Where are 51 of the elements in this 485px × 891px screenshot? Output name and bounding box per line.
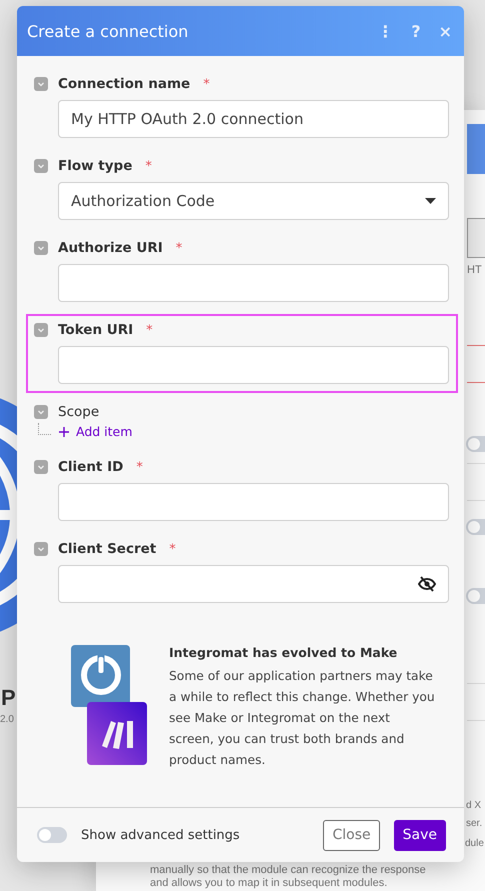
field-label: Client ID [58,459,124,475]
collapse-icon[interactable] [34,241,48,255]
close-button[interactable]: Close [323,820,380,850]
collapse-icon[interactable] [34,77,48,91]
power-logo-icon [71,645,130,707]
text-field[interactable] [58,483,449,521]
required-mark: * [169,542,176,556]
field-label: Token URI [58,322,134,338]
dropdown-caret-icon [425,198,436,204]
collapse-icon[interactable] [34,542,48,556]
advanced-settings-switch[interactable] [37,827,67,843]
notice-title: Integromat has evolved to Make [169,645,398,660]
required-mark: * [136,460,143,474]
switch-label: Show advanced settings [81,828,241,842]
panel-text: manually so that the module can recognize the response [150,864,426,876]
save-button[interactable]: Save [394,820,446,850]
panel-text: HT [467,264,482,276]
required-mark: * [145,158,152,174]
collapse-icon[interactable] [34,159,48,173]
panel-text: d X [466,800,482,811]
required-mark: * [176,240,182,256]
field-label: Authorize URI [58,240,163,256]
required-mark: * [146,322,153,338]
panel-toggle[interactable] [466,519,485,535]
text-field[interactable]: My HTTP OAuth 2.0 connection [58,100,449,138]
panel-text: dule [465,838,484,849]
dialog-title: Create a connection [27,22,190,40]
required-mark: * [203,76,210,92]
select-field[interactable]: Authorization Code [58,182,449,220]
field-label: Client Secret [58,541,156,557]
collapse-icon[interactable] [34,323,48,337]
field-label: Scope [58,404,100,420]
panel-header [467,124,485,174]
module-title: P [1,685,16,711]
password-field[interactable] [58,565,449,603]
plus-icon [59,426,69,436]
notice-text: Some of our application partners may take a while to reflect this change. Whether you see Make or Integromat on the next screen, you can trust both brands and product names. [169,668,436,769]
panel-text: ser. [466,818,482,829]
collapse-icon[interactable] [34,460,48,474]
eye-slash-icon[interactable] [418,576,436,592]
panel-toggle[interactable] [466,588,485,604]
collapse-icon[interactable] [34,405,48,419]
field-label: Flow type [58,158,132,174]
text-field[interactable] [58,264,449,302]
make-logo-icon [87,702,147,765]
module-version: 2.0 [0,714,14,725]
panel-toggle[interactable] [466,436,485,452]
field-label: Connection name [58,76,190,92]
panel-text: and allows you to map it in subsequent modules. [150,877,388,889]
text-field[interactable] [58,346,449,384]
add-item-link[interactable]: Add item [59,424,132,439]
